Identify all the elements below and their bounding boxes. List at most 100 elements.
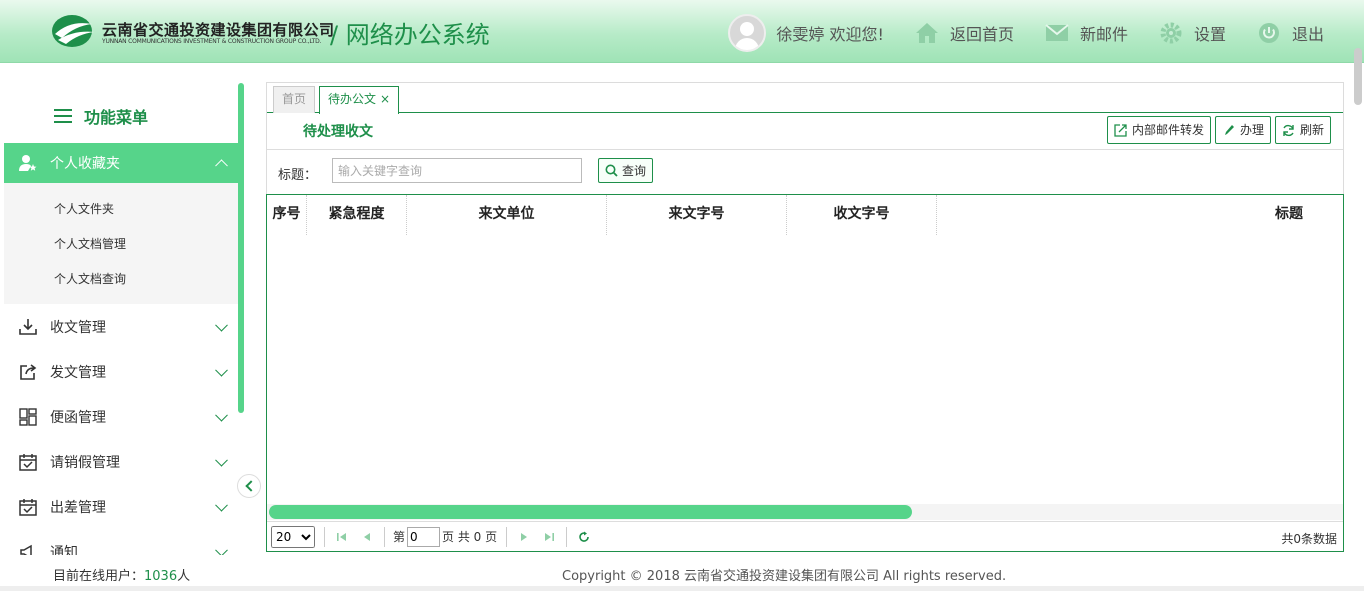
sidebar-scrollbar[interactable] — [238, 83, 244, 413]
horizontal-scrollbar[interactable] — [267, 504, 1343, 520]
sidebar-collapse-button[interactable] — [237, 474, 261, 498]
user-avatar[interactable] — [728, 14, 767, 52]
main-panel: 首页 待办公文 × 待处理收文 内部邮件转发 办理 刷新 标题： 输入关键字查询… — [266, 82, 1344, 552]
online-unit: 人 — [177, 569, 191, 584]
window-bottom-border — [0, 586, 1364, 591]
column-header[interactable]: 紧急程度 — [307, 195, 407, 235]
search-button[interactable]: 查询 — [598, 158, 654, 183]
tab-pending-docs[interactable]: 待办公文 × — [319, 86, 400, 114]
company-logo — [52, 15, 94, 47]
sidebar-item-notice[interactable]: 通知 — [4, 529, 238, 555]
page-number-input[interactable] — [407, 526, 441, 547]
grid-icon — [18, 407, 38, 427]
sidebar-item-label: 个人收藏夹 — [50, 156, 120, 172]
scrollbar-thumb[interactable] — [269, 505, 912, 519]
first-page-icon[interactable] — [334, 529, 350, 545]
calendar-check-icon — [18, 497, 38, 517]
next-page-icon[interactable] — [516, 529, 532, 545]
submenu-item-personal-doc-query[interactable]: 个人文档查询 — [4, 262, 238, 297]
pencil-icon — [1222, 123, 1236, 137]
company-name-en: YUNNAN COMMUNICATIONS INVESTMENT & CONST… — [102, 38, 322, 45]
user-favorite-icon — [18, 153, 38, 173]
menu-header[interactable]: 功能菜单 — [4, 83, 238, 143]
page-vertical-scrollbar[interactable] — [1354, 48, 1362, 105]
total-records: 共0条数据 — [1281, 532, 1337, 546]
table-body — [267, 235, 1343, 503]
chevron-down-icon — [215, 363, 228, 377]
gear-icon — [1158, 20, 1184, 46]
divider — [324, 526, 325, 547]
toolbar: 内部邮件转发 办理 刷新 — [1103, 116, 1331, 144]
online-label: 目前在线用户： — [53, 569, 145, 584]
column-header[interactable]: 来文单位 — [407, 195, 607, 235]
search-icon — [605, 164, 618, 177]
refresh-button[interactable]: 刷新 — [1274, 116, 1331, 144]
page-count-text: 页 共 0 页 — [442, 530, 498, 544]
settings-label: 设置 — [1193, 25, 1226, 44]
sidebar-item-outgoing-docs[interactable]: 发文管理 — [4, 349, 238, 394]
forward-mail-button[interactable]: 内部邮件转发 — [1106, 116, 1211, 144]
home-link[interactable]: 返回首页 — [914, 20, 1014, 46]
table-header: 序号 紧急程度 来文单位 来文字号 收文字号 标题 — [267, 195, 1343, 235]
calendar-check-icon — [18, 452, 38, 472]
last-page-icon[interactable] — [541, 529, 557, 545]
sidebar-item-personal-favorites[interactable]: 个人收藏夹 — [4, 143, 238, 183]
chevron-down-icon — [215, 498, 228, 512]
submenu-item-personal-folder[interactable]: 个人文件夹 — [4, 192, 238, 227]
forward-mail-label: 内部邮件转发 — [1131, 123, 1204, 137]
chevron-down-icon — [215, 453, 228, 467]
logout-link[interactable]: 退出 — [1256, 20, 1324, 46]
handle-button[interactable]: 办理 — [1214, 116, 1271, 144]
company-name: 云南省交通投资建设集团有限公司 — [102, 21, 335, 39]
home-icon — [914, 20, 940, 46]
tab-label: 首页 — [282, 92, 307, 106]
sidebar-item-label: 出差管理 — [50, 499, 106, 516]
tab-bar: 首页 待办公文 × — [267, 83, 1343, 114]
new-mail-link[interactable]: 新邮件 — [1044, 20, 1128, 46]
sidebar-item-label: 请销假管理 — [50, 454, 120, 471]
sidebar-item-label: 收文管理 — [50, 319, 106, 336]
pagination-bar: 20 第 页 共 0 页 共0条数据 — [267, 521, 1343, 551]
reload-icon[interactable] — [576, 529, 592, 545]
handle-label: 办理 — [1239, 123, 1264, 137]
refresh-label: 刷新 — [1299, 123, 1324, 137]
divider — [566, 526, 568, 547]
new-mail-label: 新邮件 — [1079, 25, 1128, 44]
favorites-submenu: 个人文件夹 个人文档管理 个人文档查询 — [4, 183, 238, 304]
chevron-down-icon — [215, 543, 228, 555]
mail-icon — [1044, 20, 1070, 46]
chevron-down-icon — [215, 318, 228, 332]
search-button-label: 查询 — [622, 164, 647, 178]
column-header[interactable]: 来文字号 — [607, 195, 787, 235]
column-header[interactable]: 序号 — [267, 195, 307, 235]
sidebar-item-business-trip[interactable]: 出差管理 — [4, 484, 238, 529]
logout-label: 退出 — [1291, 25, 1324, 44]
edit-external-icon — [1114, 123, 1128, 137]
column-header[interactable]: 收文字号 — [787, 195, 937, 235]
close-icon[interactable]: × — [380, 92, 390, 106]
sidebar-item-memo-manage[interactable]: 便函管理 — [4, 394, 238, 439]
prev-page-icon[interactable] — [359, 529, 375, 545]
data-grid: 序号 紧急程度 来文单位 来文字号 收文字号 标题 20 第 页 共 0 — [266, 194, 1344, 552]
online-count: 1036 — [144, 569, 178, 584]
chevron-left-icon — [245, 480, 257, 492]
sidebar-item-incoming-docs[interactable]: 收文管理 — [4, 304, 238, 349]
share-out-icon — [18, 362, 38, 382]
copyright: Copyright © 2018 云南省交通投资建设集团有限公司 All rig… — [562, 569, 1007, 584]
submenu-item-personal-doc-manage[interactable]: 个人文档管理 — [4, 227, 238, 262]
sidebar-item-label: 通知 — [50, 544, 78, 556]
system-title: / 网络办公系统 — [330, 21, 490, 49]
tab-home[interactable]: 首页 — [273, 86, 316, 113]
refresh-icon — [1282, 123, 1296, 137]
divider — [506, 526, 508, 547]
settings-link[interactable]: 设置 — [1158, 20, 1226, 46]
column-header[interactable]: 标题 — [937, 195, 1343, 235]
tab-label: 待办公文 — [328, 92, 377, 106]
search-label: 标题： — [278, 168, 318, 183]
sidebar-item-leave-manage[interactable]: 请销假管理 — [4, 439, 238, 484]
page-prefix: 第 — [393, 530, 406, 544]
title-search-input[interactable] — [332, 158, 582, 183]
user-greeting: 徐雯婷 欢迎您! — [776, 25, 884, 44]
power-icon — [1256, 20, 1282, 46]
page-size-select[interactable]: 20 — [271, 525, 315, 548]
